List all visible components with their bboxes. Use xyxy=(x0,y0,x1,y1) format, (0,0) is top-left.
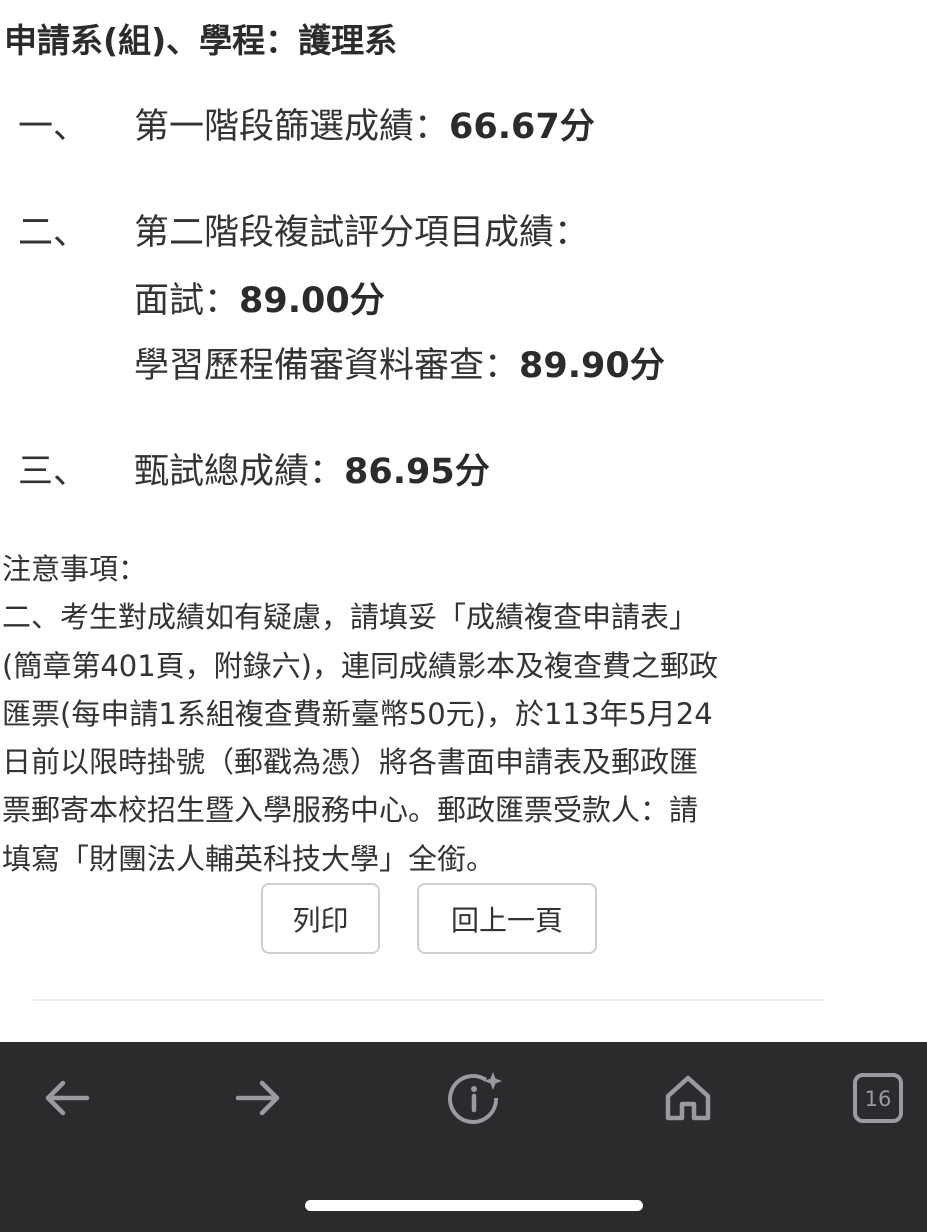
department-title: 申請系(組)、學程：護理系 xyxy=(4,21,398,60)
interview-score-row: 面試：89.00分 xyxy=(134,272,385,323)
print-button[interactable]: 列印 xyxy=(261,883,380,954)
portfolio-score: 89.90分 xyxy=(519,346,665,386)
home-indicator[interactable] xyxy=(305,1200,643,1211)
info-sparkle-icon[interactable] xyxy=(446,1070,502,1126)
notes-line: 填寫「財團法人輔英科技大學」全銜。 xyxy=(2,841,496,876)
total-number: 三、 xyxy=(18,452,89,492)
notes-heading: 注意事項： xyxy=(2,552,148,586)
total-label-wrap: 甄試總成績：86.95分 xyxy=(134,443,490,494)
back-page-button[interactable]: 回上一頁 xyxy=(417,883,597,954)
interview-score: 89.00分 xyxy=(239,281,385,321)
portfolio-score-row: 學習歷程備審資料審查：89.90分 xyxy=(134,337,665,388)
tab-count: 16 xyxy=(865,1087,892,1111)
interview-label: 面試： xyxy=(134,281,240,321)
stage2-label: 第二階段複試評分項目成績： xyxy=(134,213,590,253)
stage1-number: 一、 xyxy=(18,107,89,147)
forward-arrow-icon[interactable] xyxy=(230,1070,286,1126)
notes-line: 日前以限時掛號（郵戳為憑）將各書面申請表及郵政匯 xyxy=(2,745,699,780)
notes-section: 注意事項： 二、考生對成績如有疑慮，請填妥「成績複查申請表」 (簡章第401頁，… xyxy=(2,545,902,883)
notes-line: 票郵寄本校招生暨入學服務中心。郵政匯票受款人：請 xyxy=(2,793,699,828)
notes-line: (簡章第401頁，附錄六)，連同成績影本及複查費之郵政 xyxy=(2,648,718,683)
portfolio-label: 學習歷程備審資料審查： xyxy=(134,346,520,386)
stage2-number: 二、 xyxy=(18,213,89,253)
notes-line: 匯票(每申請1系組複查費新臺幣50元)，於113年5月24 xyxy=(2,696,713,731)
page: 申請系(組)、學程：護理系 一、 第一階段篩選成績：66.67分 二、 第二階段… xyxy=(0,0,927,1232)
total-score: 86.95分 xyxy=(344,452,490,492)
back-arrow-icon[interactable] xyxy=(39,1070,95,1126)
tabs-icon[interactable]: 16 xyxy=(850,1070,906,1126)
stage1-label: 第一階段篩選成績： xyxy=(134,107,450,147)
divider xyxy=(33,999,825,1001)
stage1-score: 66.67分 xyxy=(449,107,595,147)
notes-line: 二、考生對成績如有疑慮，請填妥「成績複查申請表」 xyxy=(2,600,699,635)
home-icon[interactable] xyxy=(660,1070,716,1126)
total-label: 甄試總成績： xyxy=(134,452,345,492)
stage1-label-wrap: 第一階段篩選成績：66.67分 xyxy=(134,98,595,149)
